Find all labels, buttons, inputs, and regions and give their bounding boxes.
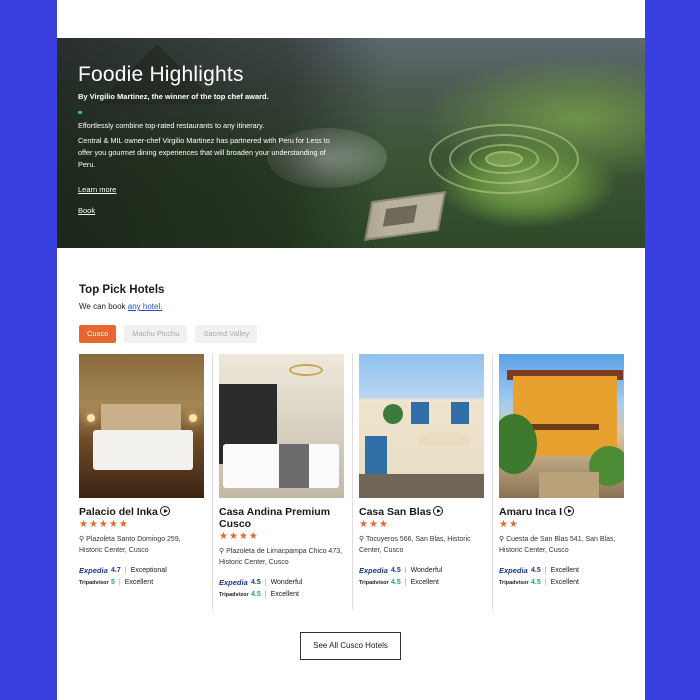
expedia-score: 4.5 [251,579,261,586]
tripadvisor-logo: Tripadvisor [219,591,249,598]
expedia-text: Excellent [550,567,579,574]
tripadvisor-logo: Tripadvisor [359,579,389,586]
tripadvisor-score: 4.5 [251,591,261,598]
map-pin-icon: ⚲ [219,548,225,555]
expedia-score: 4.5 [391,567,401,574]
learn-more-link[interactable]: Learn more [78,185,338,194]
tab-sacred-valley[interactable]: Sacred Valley [195,325,258,343]
expedia-text: Exceptional [130,567,167,574]
hero-title: Foodie Highlights [78,63,244,86]
expedia-score: 4.7 [111,567,121,574]
accent-line [78,111,82,114]
play-icon[interactable] [159,506,170,516]
tab-machu-picchu[interactable]: Machu Picchu [124,325,188,343]
expedia-rating: Expedia 4.5 | Wonderful [359,566,443,575]
hotel-photo[interactable] [359,354,484,498]
hotel-address: ⚲ Tocuyeros 566, San Blas, Historic Cent… [359,536,471,554]
star-rating: ★★ [499,519,519,530]
expedia-rating: Expedia 4.5 | Wonderful [219,578,303,587]
tripadvisor-text: Excellent [410,579,439,586]
expedia-logo: Expedia [219,578,248,587]
star-rating: ★★★★ [219,531,259,542]
hotel-photo[interactable] [79,354,204,498]
hotel-card[interactable]: Amaru Inca I ★★ ⚲ Cuesta de San Blas 541… [499,354,632,610]
expedia-logo: Expedia [79,566,108,575]
expedia-score: 4.5 [531,567,541,574]
tripadvisor-logo: Tripadvisor [79,579,109,586]
map-pin-icon: ⚲ [359,536,365,543]
hero-content: Foodie Highlights By Virgilio Martinez, … [78,62,338,215]
page: Foodie Highlights By Virgilio Martinez, … [57,0,645,700]
any-hotel-link[interactable]: any hotel. [128,302,163,311]
hero-banner: Foodie Highlights By Virgilio Martinez, … [57,38,645,248]
hotel-card[interactable]: Casa San Blas ★★★ ⚲ Tocuyeros 566, San B… [359,354,493,610]
map-pin-icon: ⚲ [79,536,85,543]
hotel-name[interactable]: Casa Andina Premium Cusco [219,506,344,530]
expedia-logo: Expedia [359,566,388,575]
see-all-hotels-button[interactable]: See All Cusco Hotels [300,632,401,660]
hotel-card[interactable]: Casa Andina Premium Cusco ★★★★ ⚲ Plazole… [219,354,353,610]
star-rating: ★★★ [359,519,389,530]
destination-tabs: Cusco Machu Picchu Sacred Valley [79,325,258,343]
tripadvisor-rating: Tripadvisor 4.5 | Excellent [359,579,439,586]
hero-body: Central & MIL owner-chef Virgilio Martin… [78,136,330,169]
hotel-name[interactable]: Amaru Inca I [499,506,624,518]
hotel-name[interactable]: Casa San Blas [359,506,484,518]
hotel-address: ⚲ Plazoleta Santo Domingo 259, Historic … [79,536,181,554]
expedia-text: Wonderful [410,567,443,574]
tripadvisor-logo: Tripadvisor [499,579,529,586]
tripadvisor-text: Excellent [124,579,154,586]
hero-intro: Effortlessly combine top-rated restauran… [78,121,265,130]
tripadvisor-rating: Tripadvisor 5 | Excellent [79,579,154,586]
book-link[interactable]: Book [78,206,338,215]
hotel-cards: Palacio del Inka ★★★★★ ⚲ Plazoleta Santo… [79,354,624,610]
hero-byline: By Virgilio Martinez, the winner of the … [78,92,269,101]
subtitle-text: We can book [79,302,126,311]
tripadvisor-score: 4.5 [391,579,401,586]
tripadvisor-text: Excellent [270,591,299,598]
play-icon[interactable] [564,506,575,516]
expedia-rating: Expedia 4.7 | Exceptional [79,566,167,575]
hotel-name[interactable]: Palacio del Inka [79,506,204,518]
section-subtitle: We can book any hotel. [79,302,162,311]
tripadvisor-rating: Tripadvisor 4.5 | Excellent [219,591,299,598]
section-title: Top Pick Hotels [79,284,165,296]
tripadvisor-score: 4.5 [531,579,541,586]
expedia-rating: Expedia 4.5 | Excellent [499,566,579,575]
hotel-card[interactable]: Palacio del Inka ★★★★★ ⚲ Plazoleta Santo… [79,354,213,610]
expedia-text: Wonderful [270,579,303,586]
tripadvisor-score: 5 [111,579,115,586]
hotel-address: ⚲ Cuesta de San Blas 541, San Blas, Hist… [499,536,616,554]
tripadvisor-text: Excellent [550,579,579,586]
star-rating: ★★★★★ [79,519,129,530]
hotel-photo[interactable] [219,354,344,498]
tripadvisor-rating: Tripadvisor 4.5 | Excellent [499,579,579,586]
expedia-logo: Expedia [499,566,528,575]
play-icon[interactable] [433,506,444,516]
map-pin-icon: ⚲ [499,536,505,543]
hotel-address: ⚲ Plazoleta de Limacpampa Chico 473, His… [219,548,343,566]
tab-cusco[interactable]: Cusco [79,325,117,343]
hotel-photo[interactable] [499,354,624,498]
